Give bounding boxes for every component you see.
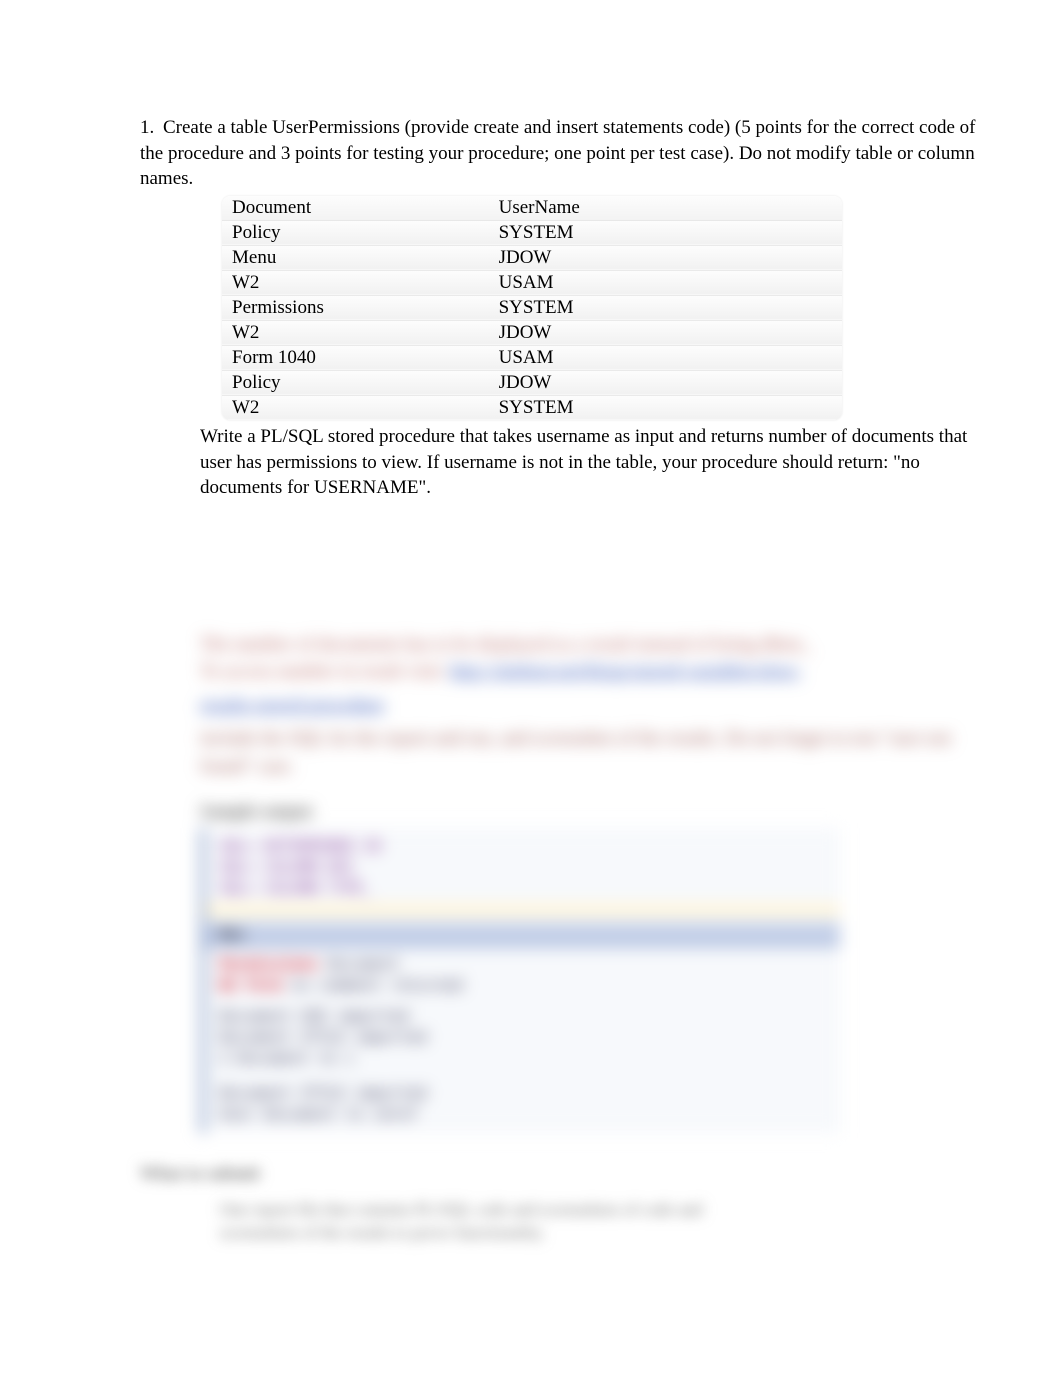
table-row: Form 1040 USAM [222,345,842,370]
cell-user: USAM [489,345,842,370]
cell-user: SYSTEM [489,295,842,320]
blurred-link: http://sitehost.net/blogs/stored-variabl… [450,661,802,682]
table-header-row: Document UserName [222,196,842,221]
sample-output-code: SQL> DETERMINED ID SQL> COLUMN DOC SQL> … [200,828,840,1133]
table-row: W2 SYSTEM [222,395,842,420]
cell-user: JDOW [489,245,842,270]
cell-doc: Menu [222,245,489,270]
cell-doc: Permissions [222,295,489,320]
blurred-content: The number of documents has to be displa… [200,631,1002,1133]
what-to-submit-heading: What to submit [140,1163,1002,1184]
table-row: W2 USAM [222,270,842,295]
question-intro: Create a table UserPermissions (provide … [140,117,975,189]
cell-user: USAM [489,270,842,295]
user-permissions-table: Document UserName Policy SYSTEM Menu JDO… [222,196,842,420]
blurred-link-line2: results-stored-procedure [200,692,1002,720]
cell-user: SYSTEM [489,395,842,420]
cell-doc: Form 1040 [222,345,489,370]
cell-doc: W2 [222,395,489,420]
what-to-submit-body: One report file that contains PL/SQL cod… [220,1198,760,1246]
blurred-paragraph: The number of documents has to be displa… [200,631,1002,686]
table-row: Menu JDOW [222,245,842,270]
question-block: 1. Create a table UserPermissions (provi… [140,115,1002,192]
sample-output-heading: Sample output [200,801,1002,822]
table-row: Permissions SYSTEM [222,295,842,320]
cell-user: JDOW [489,370,842,395]
cell-user: JDOW [489,320,842,345]
question-post-text: Write a PL/SQL stored procedure that tak… [200,424,1002,501]
blurred-paragraph-2: include the SQL for the report and run, … [200,725,1002,780]
cell-doc: Policy [222,220,489,245]
table-row: Policy JDOW [222,370,842,395]
cell-doc: W2 [222,320,489,345]
code-header: Doc [205,921,840,948]
table-row: Policy SYSTEM [222,220,842,245]
cell-doc: Policy [222,370,489,395]
cell-doc: W2 [222,270,489,295]
table-row: W2 JDOW [222,320,842,345]
header-document: Document [222,196,489,221]
header-username: UserName [489,196,842,221]
code-divider [205,903,840,917]
cell-user: SYSTEM [489,220,842,245]
question-number: 1. [140,115,154,141]
